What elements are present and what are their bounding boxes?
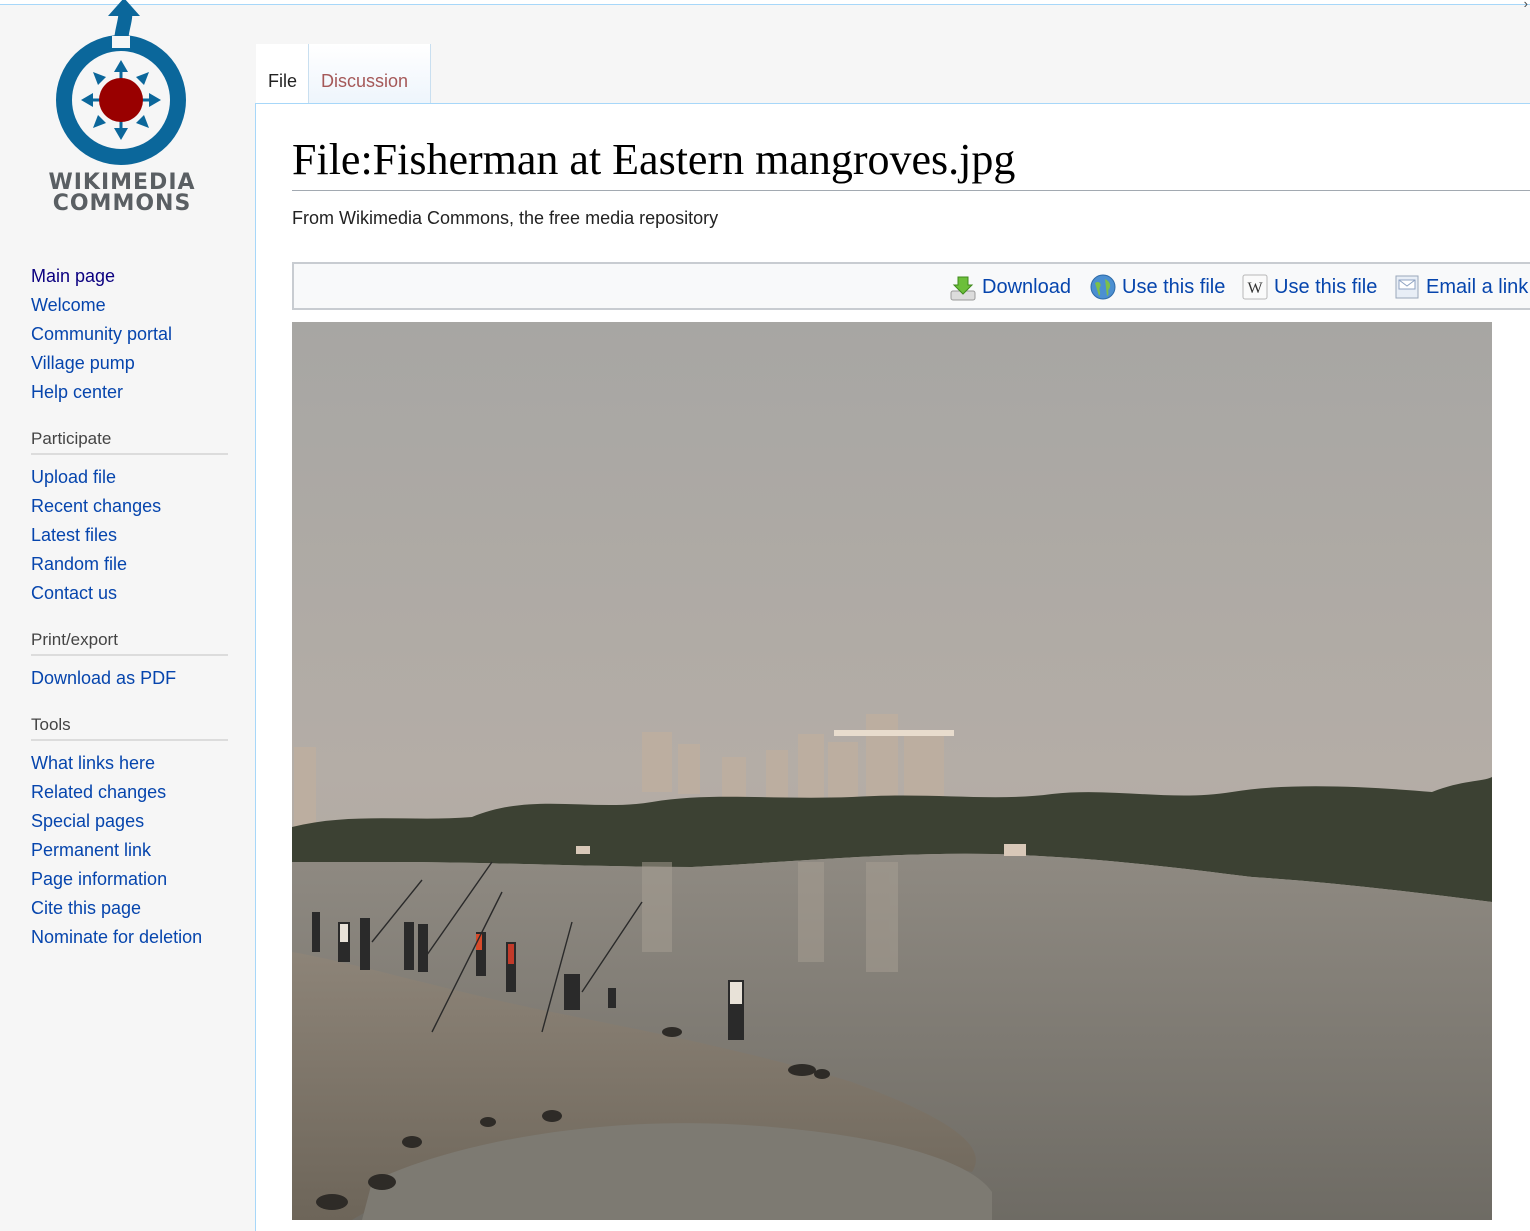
commons-emblem-icon bbox=[56, 0, 186, 165]
sidebar-item-upload-file[interactable]: Upload file bbox=[31, 463, 228, 492]
sidebar-item-permanent-link[interactable]: Permanent link bbox=[31, 836, 228, 865]
page-title: File:Fisherman at Eastern mangroves.jpg bbox=[292, 135, 1016, 184]
title-divider bbox=[292, 190, 1530, 191]
logo-line-2: COMMONS bbox=[52, 191, 192, 216]
sidebar-item-community-portal[interactable]: Community portal bbox=[31, 320, 228, 349]
sidebar-heading-print-export: Print/export bbox=[31, 630, 228, 656]
tab-discussion[interactable]: Discussion bbox=[308, 44, 431, 103]
wikipedia-w-icon: W bbox=[1242, 274, 1268, 300]
sidebar-item-what-links-here[interactable]: What links here bbox=[31, 749, 228, 778]
sidebar-item-page-information[interactable]: Page information bbox=[31, 865, 228, 894]
sidebar-tools: Tools What links here Related changes Sp… bbox=[31, 715, 228, 952]
sidebar-heading-tools: Tools bbox=[31, 715, 228, 741]
sidebar-item-main-page[interactable]: Main page bbox=[31, 262, 228, 291]
wikimedia-commons-logo[interactable]: WIKIMEDIA COMMONS bbox=[20, 0, 220, 225]
site-tagline: From Wikimedia Commons, the free media r… bbox=[292, 208, 719, 228]
tab-file[interactable]: File bbox=[256, 44, 309, 103]
sidebar-item-village-pump[interactable]: Village pump bbox=[31, 349, 228, 378]
use-file-web-label: Use this file bbox=[1122, 275, 1226, 298]
sidebar-item-help-center[interactable]: Help center bbox=[31, 378, 228, 407]
sidebar-item-nominate-deletion[interactable]: Nominate for deletion bbox=[31, 923, 228, 952]
use-file-wiki-label: Use this file bbox=[1274, 275, 1378, 298]
sidebar-item-contact-us[interactable]: Contact us bbox=[31, 579, 228, 608]
sidebar-print-export: Print/export Download as PDF bbox=[31, 630, 228, 693]
logo-line-1: WIKIMEDIA bbox=[48, 170, 196, 195]
sidebar-item-random-file[interactable]: Random file bbox=[31, 550, 228, 579]
logo-wordmark: WIKIMEDIA COMMONS bbox=[20, 170, 224, 216]
sidebar-item-special-pages[interactable]: Special pages bbox=[31, 807, 228, 836]
download-button[interactable]: Download bbox=[950, 264, 1071, 310]
sidebar-heading-participate: Participate bbox=[31, 429, 228, 455]
download-label: Download bbox=[982, 275, 1071, 298]
sidebar-participate: Participate Upload file Recent changes L… bbox=[31, 429, 228, 608]
sidebar-item-latest-files[interactable]: Latest files bbox=[31, 521, 228, 550]
sidebar-item-download-pdf[interactable]: Download as PDF bbox=[31, 664, 228, 693]
sidebar-item-cite-this-page[interactable]: Cite this page bbox=[31, 894, 228, 923]
sidebar-item-related-changes[interactable]: Related changes bbox=[31, 778, 228, 807]
globe-icon bbox=[1090, 274, 1116, 300]
download-icon bbox=[950, 274, 976, 301]
sidebar-navigation: Main page Welcome Community portal Villa… bbox=[31, 262, 228, 407]
use-file-web-button[interactable]: Use this file bbox=[1090, 264, 1225, 310]
email-link-label: Email a link bbox=[1426, 275, 1529, 298]
fisherman-photo bbox=[292, 322, 1492, 1220]
use-file-wiki-button[interactable]: W Use this file bbox=[1242, 264, 1377, 310]
file-image[interactable] bbox=[292, 322, 1492, 1220]
sidebar-item-recent-changes[interactable]: Recent changes bbox=[31, 492, 228, 521]
file-toolbar: Download Use this file W Use this file E… bbox=[292, 262, 1530, 310]
email-icon bbox=[1394, 274, 1420, 300]
email-link-button[interactable]: Email a link bbox=[1394, 264, 1528, 310]
sidebar-item-welcome[interactable]: Welcome bbox=[31, 291, 228, 320]
window-top-border bbox=[0, 0, 1530, 5]
svg-text:W: W bbox=[1247, 280, 1263, 297]
close-icon[interactable]: › bbox=[1524, 0, 1528, 11]
sidebar: Main page Welcome Community portal Villa… bbox=[0, 262, 240, 952]
